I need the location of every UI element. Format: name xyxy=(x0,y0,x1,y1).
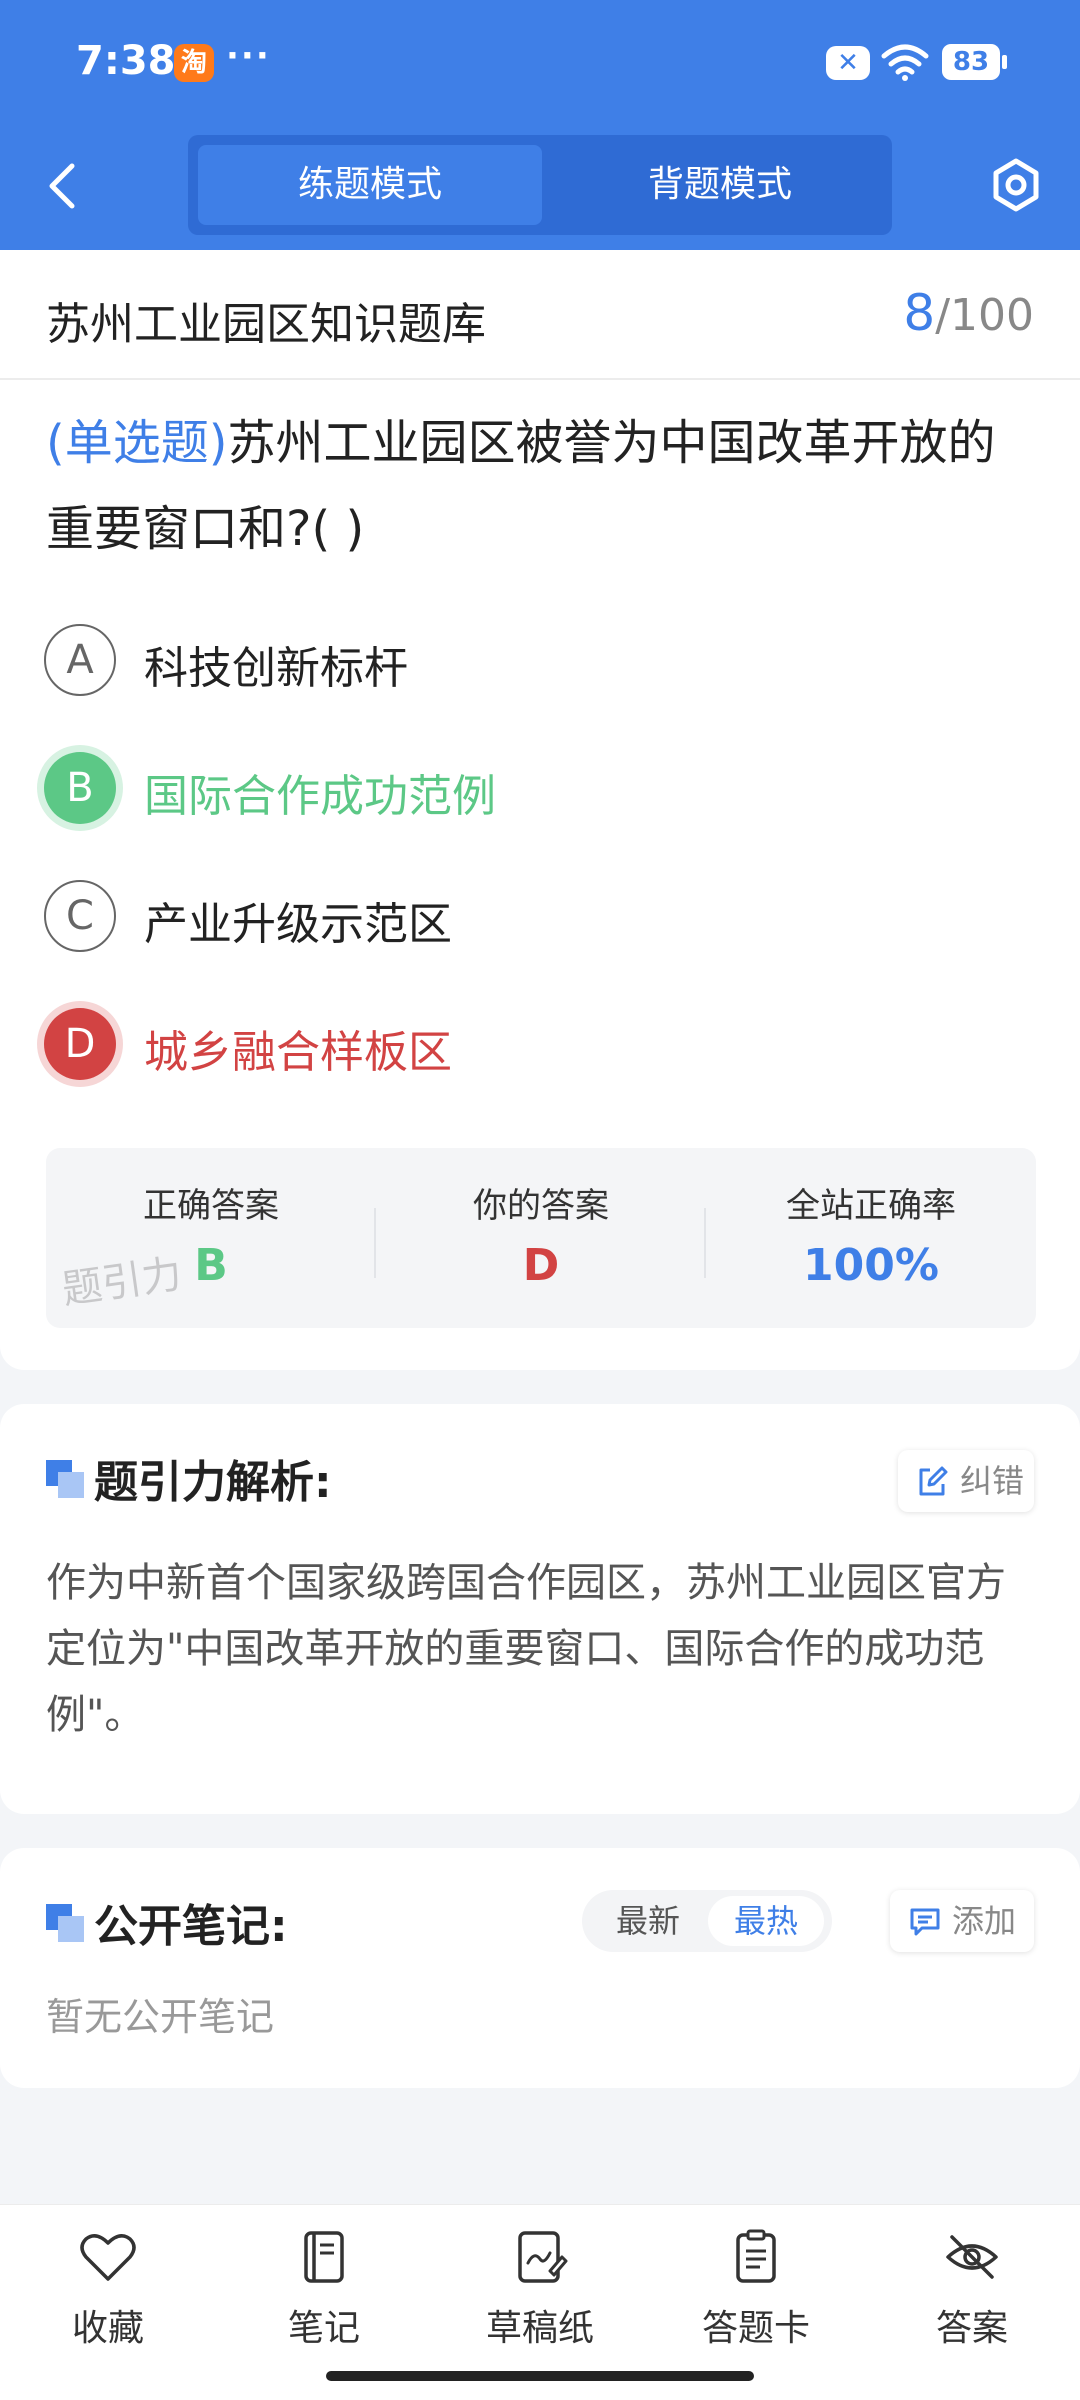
nav-label: 笔记 xyxy=(287,2308,360,2349)
option-text: 国际合作成功范例 xyxy=(144,771,496,822)
progress-total: /100 xyxy=(935,290,1034,341)
answer-stats: 正确答案 B 你的答案 D 全站正确率 100% 题引力 xyxy=(46,1148,1036,1328)
status-more-icon: ··· xyxy=(226,36,271,76)
nav-label: 收藏 xyxy=(71,2308,144,2349)
option-letter: C xyxy=(44,880,116,952)
report-error-label: 纠错 xyxy=(960,1462,1025,1500)
report-error-button[interactable]: 纠错 xyxy=(898,1450,1034,1512)
mode-switch: 练题模式 背题模式 xyxy=(188,135,892,235)
wifi-icon xyxy=(881,44,929,81)
stat-label: 你的答案 xyxy=(473,1186,609,1226)
stat-value: 100% xyxy=(803,1240,939,1291)
option-text: 科技创新标杆 xyxy=(144,643,408,694)
nav-label: 答案 xyxy=(935,2308,1008,2349)
option-a[interactable]: A 科技创新标杆 xyxy=(40,614,1020,704)
notes-empty-text: 暂无公开笔记 xyxy=(46,1995,275,2039)
home-indicator[interactable] xyxy=(326,2371,754,2381)
option-letter: A xyxy=(44,624,116,696)
nav-favorite[interactable]: 收藏 xyxy=(18,2227,198,2367)
stat-value: D xyxy=(522,1240,560,1291)
question-progress: 8/100 xyxy=(903,284,1034,342)
option-text: 城乡融合样板区 xyxy=(144,1027,452,1078)
tab-practice-mode[interactable]: 练题模式 xyxy=(198,145,542,225)
option-text: 产业升级示范区 xyxy=(144,899,452,950)
settings-hexagon-icon[interactable] xyxy=(990,157,1042,213)
question-type: (单选题) xyxy=(46,415,228,471)
eye-off-icon xyxy=(946,2235,998,2279)
status-bar: 7:38 淘 ··· ✕ 83 xyxy=(0,0,1080,125)
analysis-title: 题引力解析: xyxy=(94,1457,332,1508)
option-letter: B xyxy=(44,752,116,824)
stat-accuracy-rate: 全站正确率 100% xyxy=(706,1148,1036,1328)
tab-memorize-mode[interactable]: 背题模式 xyxy=(548,145,892,225)
status-time: 7:38 xyxy=(76,38,176,84)
question-bank-title: 苏州工业园区知识题库 xyxy=(46,299,486,350)
taobao-app-icon: 淘 xyxy=(174,44,214,82)
divider xyxy=(0,378,1080,380)
nav-answer[interactable]: 答案 xyxy=(882,2227,1062,2367)
nav-draft[interactable]: 草稿纸 xyxy=(450,2227,630,2367)
notebook-icon xyxy=(304,2231,344,2283)
question-card: 苏州工业园区知识题库 8/100 (单选题)苏州工业园区被誉为中国改革开放的重要… xyxy=(0,250,1080,1370)
option-letter: D xyxy=(44,1008,116,1080)
nav-label: 草稿纸 xyxy=(485,2308,594,2349)
option-b[interactable]: B 国际合作成功范例 xyxy=(40,742,1020,832)
analysis-text: 作为中新首个国家级跨国合作园区，苏州工业园区官方定位为"中国改革开放的重要窗口、… xyxy=(46,1560,1006,1738)
sort-hot[interactable]: 最热 xyxy=(708,1896,824,1946)
nav-label: 答题卡 xyxy=(701,2308,810,2349)
nav-notes[interactable]: 笔记 xyxy=(234,2227,414,2367)
section-icon xyxy=(46,1460,86,1500)
analysis-card: 题引力解析: 纠错 作为中新首个国家级跨国合作园区，苏州工业园区官方定位为"中国… xyxy=(0,1404,1080,1814)
draft-icon xyxy=(518,2231,568,2283)
option-d[interactable]: D 城乡融合样板区 xyxy=(40,998,1020,1088)
question-stem: (单选题)苏州工业园区被誉为中国改革开放的重要窗口和?( ) xyxy=(46,400,1036,572)
option-c[interactable]: C 产业升级示范区 xyxy=(40,870,1020,960)
notes-title: 公开笔记: xyxy=(94,1901,288,1952)
edit-icon xyxy=(919,1466,948,1496)
app-header: 7:38 淘 ··· ✕ 83 练题模式 背题模式 xyxy=(0,0,1080,250)
public-notes-card: 公开笔记: 最新 最热 添加 暂无公开笔记 xyxy=(0,1848,1080,2088)
comment-icon xyxy=(910,1908,940,1936)
progress-current: 8 xyxy=(903,284,936,342)
stat-label: 正确答案 xyxy=(143,1186,279,1226)
stat-your-answer: 你的答案 D xyxy=(376,1148,706,1328)
nav-answer-sheet[interactable]: 答题卡 xyxy=(666,2227,846,2367)
heart-icon xyxy=(80,2234,136,2281)
answer-sheet-icon xyxy=(736,2229,776,2283)
no-sim-icon: ✕ xyxy=(826,46,870,80)
back-arrow-icon[interactable] xyxy=(40,158,86,214)
notes-sort-toggle: 最新 最热 xyxy=(582,1890,832,1952)
stat-label: 全站正确率 xyxy=(786,1186,956,1226)
section-icon xyxy=(46,1904,86,1944)
battery-icon: 83 xyxy=(942,44,1007,80)
add-note-button[interactable]: 添加 xyxy=(890,1890,1034,1952)
sort-latest[interactable]: 最新 xyxy=(590,1896,706,1946)
add-note-label: 添加 xyxy=(952,1902,1017,1940)
